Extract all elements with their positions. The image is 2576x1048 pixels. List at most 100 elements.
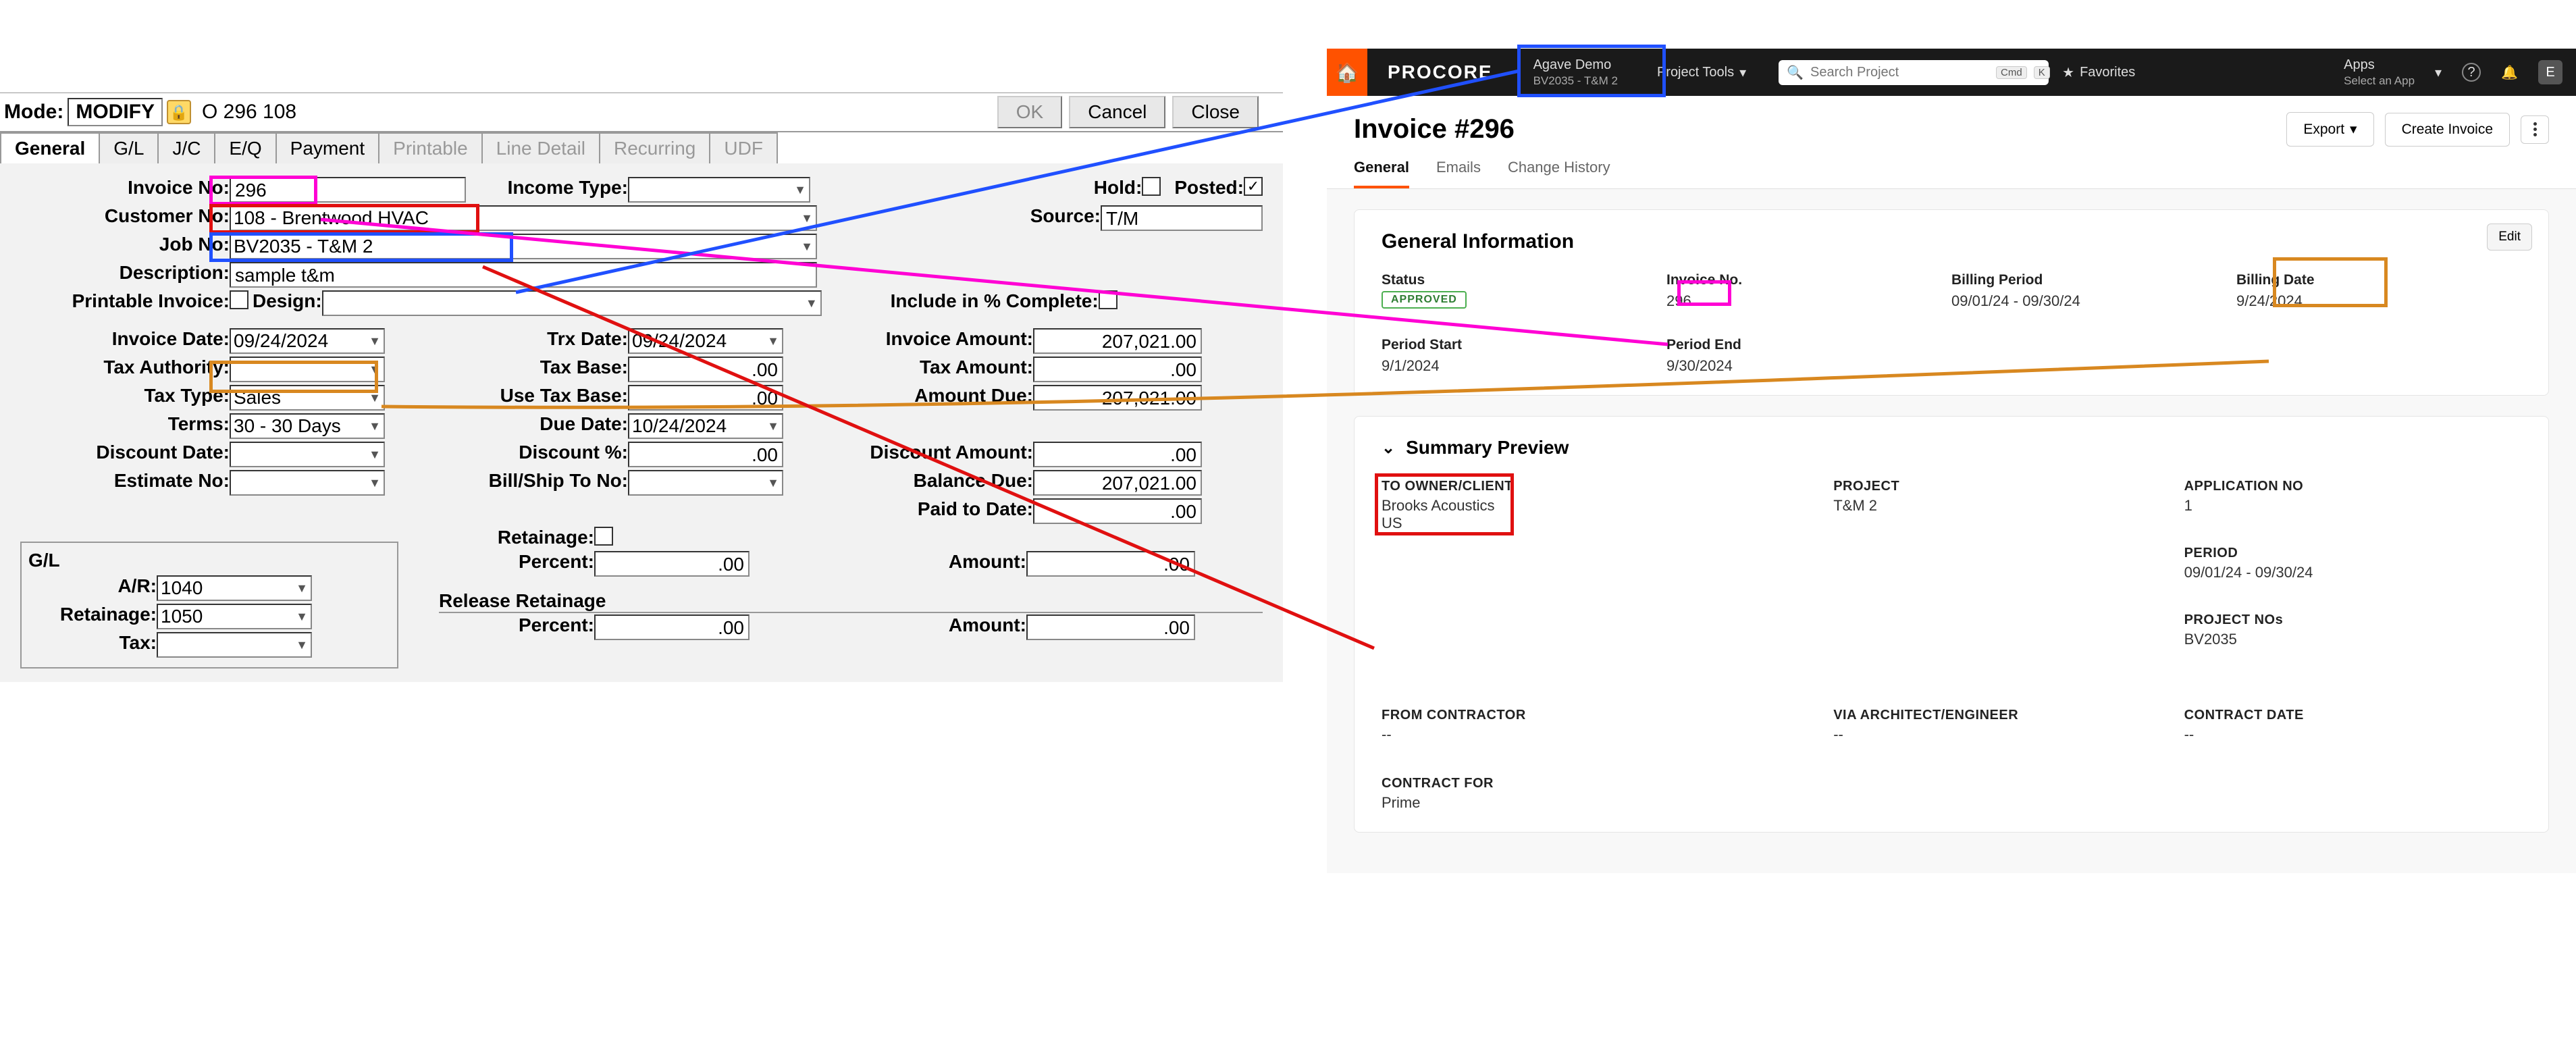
close-button[interactable]: Close <box>1172 96 1259 128</box>
input-discount-pct[interactable]: .00 <box>628 442 783 467</box>
lock-icon[interactable]: 🔒 <box>167 100 191 124</box>
checkbox-hold[interactable] <box>1142 177 1161 196</box>
select-due-date[interactable]: 10/24/2024▼ <box>628 413 783 439</box>
input-amount-due[interactable]: 207,021.00 <box>1033 385 1202 411</box>
checkbox-include-pct[interactable] <box>1099 290 1118 309</box>
star-icon: ★ <box>2062 64 2074 81</box>
input-rel-amount[interactable]: .00 <box>1026 614 1195 640</box>
gl-box: G/L A/R:1040▼ Retainage:1050▼ Tax:▼ <box>20 542 398 669</box>
input-invoice-amount[interactable]: 207,021.00 <box>1033 328 1202 354</box>
create-invoice-button[interactable]: Create Invoice <box>2385 113 2510 147</box>
page-header: Invoice #296 Export▾ Create Invoice <box>1327 96 2576 153</box>
edit-button[interactable]: Edit <box>2487 224 2532 251</box>
tab-recurring[interactable]: Recurring <box>599 132 710 163</box>
input-rel-percent[interactable]: .00 <box>594 614 750 640</box>
select-trx-date[interactable]: 09/24/2024▼ <box>628 328 783 354</box>
select-tax-authority[interactable]: ▼ <box>230 357 385 382</box>
label-include-pct: Include in % Complete: <box>849 290 1099 316</box>
value-billing-date: 9/24/2024 <box>2236 292 2521 310</box>
checkbox-printable[interactable] <box>230 290 248 309</box>
select-job-no[interactable]: BV2035 - T&M 2▼ <box>230 234 817 259</box>
value-period-end: 9/30/2024 <box>1666 357 1951 375</box>
home-icon[interactable]: 🏠 <box>1327 49 1367 96</box>
checkbox-retainage[interactable] <box>594 527 613 546</box>
tab-general[interactable]: General <box>0 132 100 163</box>
kbd-cmd: Cmd <box>1996 66 2027 79</box>
project-name: Agave Demo <box>1533 57 1618 74</box>
label-appno: APPLICATION NO <box>2184 479 2521 494</box>
tab-general[interactable]: General <box>1354 153 1409 188</box>
label-retainage: Retainage: <box>439 527 594 548</box>
select-tax-acct[interactable]: ▼ <box>157 632 312 658</box>
label-due-date: Due Date: <box>486 413 628 439</box>
input-source[interactable]: T/M <box>1101 205 1263 231</box>
help-icon[interactable]: ? <box>2462 63 2481 82</box>
tab-line-detail[interactable]: Line Detail <box>481 132 600 163</box>
input-use-tax-base[interactable]: .00 <box>628 385 783 411</box>
value-cfor: Prime <box>1382 794 1820 812</box>
select-bill-ship-to[interactable]: ▼ <box>628 470 783 496</box>
caret-down-icon: ▾ <box>2350 121 2357 138</box>
input-description[interactable]: sample t&m <box>230 262 817 288</box>
select-design[interactable]: ▼ <box>322 290 822 316</box>
input-tax-base[interactable]: .00 <box>628 357 783 382</box>
select-income-type[interactable]: ▼ <box>628 177 810 203</box>
tab-emails[interactable]: Emails <box>1436 153 1481 188</box>
ok-button[interactable]: OK <box>997 96 1062 128</box>
select-invoice-date[interactable]: 09/24/2024▼ <box>230 328 385 354</box>
tab-udf[interactable]: UDF <box>709 132 778 163</box>
value-cdate: -- <box>2184 726 2521 743</box>
search-box[interactable]: 🔍 Cmd K <box>1779 60 2049 85</box>
tab-change-history[interactable]: Change History <box>1508 153 1610 188</box>
label-period-start: Period Start <box>1382 337 1666 353</box>
tab-eq[interactable]: E/Q <box>214 132 276 163</box>
export-button[interactable]: Export▾ <box>2286 112 2373 147</box>
chevron-down-icon: ▼ <box>293 581 308 596</box>
value-projnos: BV2035 <box>2184 631 2521 648</box>
input-ret-percent[interactable]: .00 <box>594 551 750 577</box>
page-title: Invoice #296 <box>1354 114 1515 145</box>
tab-printable[interactable]: Printable <box>378 132 483 163</box>
select-discount-date[interactable]: ▼ <box>230 442 385 467</box>
tab-jc[interactable]: J/C <box>157 132 215 163</box>
label-posted: Posted: <box>1174 177 1244 203</box>
project-tools-dropdown[interactable]: Project Tools▾ <box>1638 64 1765 81</box>
label-period-end: Period End <box>1666 337 1951 353</box>
input-discount-amount[interactable]: .00 <box>1033 442 1202 467</box>
select-retainage-acct[interactable]: 1050▼ <box>157 604 312 629</box>
label-rel-percent: Percent: <box>439 614 594 640</box>
label-release-retainage: Release Retainage <box>439 590 1263 613</box>
apps-selector[interactable]: Apps Select an App <box>2344 57 2415 88</box>
label-terms: Terms: <box>20 413 230 439</box>
select-customer-no[interactable]: 108 - Brentwood HVAC▼ <box>230 205 817 231</box>
tab-gl[interactable]: G/L <box>99 132 159 163</box>
label-billing-date: Billing Date <box>2236 272 2521 288</box>
select-tax-type[interactable]: Sales▼ <box>230 385 385 411</box>
avatar[interactable]: E <box>2538 60 2562 84</box>
caret-down-icon: ▾ <box>2435 64 2442 81</box>
project-selector[interactable]: Agave Demo BV2035 - T&M 2 <box>1513 57 1638 88</box>
input-balance-due[interactable]: 207,021.00 <box>1033 470 1202 496</box>
select-estimate-no[interactable]: ▼ <box>230 470 385 496</box>
legacy-app-window: Mode: MODIFY 🔒 O 296 108 OK Cancel Close… <box>0 93 1283 916</box>
label-to-owner: TO OWNER/CLIENT <box>1382 479 1820 494</box>
chevron-down-icon: ▼ <box>764 476 779 490</box>
bell-icon[interactable]: 🔔 <box>2501 64 2518 81</box>
search-input[interactable] <box>1810 65 1989 80</box>
cancel-button[interactable]: Cancel <box>1069 96 1165 128</box>
summary-toggle[interactable]: ⌄ Summary Preview <box>1382 437 2521 459</box>
value-billing-period: 09/01/24 - 09/30/24 <box>1951 292 2236 310</box>
input-invoice-no[interactable]: 296 <box>230 177 466 203</box>
more-menu-button[interactable] <box>2521 115 2549 144</box>
tab-payment[interactable]: Payment <box>275 132 380 163</box>
input-ret-amount[interactable]: .00 <box>1026 551 1195 577</box>
label-status: Status <box>1382 272 1666 288</box>
checkbox-posted[interactable]: ✓ <box>1244 177 1263 196</box>
input-paid-to-date[interactable]: .00 <box>1033 498 1202 524</box>
select-ar-acct[interactable]: 1040▼ <box>157 575 312 601</box>
favorites-link[interactable]: Favorites <box>2080 65 2135 80</box>
input-tax-amount[interactable]: .00 <box>1033 357 1202 382</box>
value-from: -- <box>1382 726 1820 743</box>
label-ar: A/R: <box>28 575 157 601</box>
select-terms[interactable]: 30 - 30 Days▼ <box>230 413 385 439</box>
